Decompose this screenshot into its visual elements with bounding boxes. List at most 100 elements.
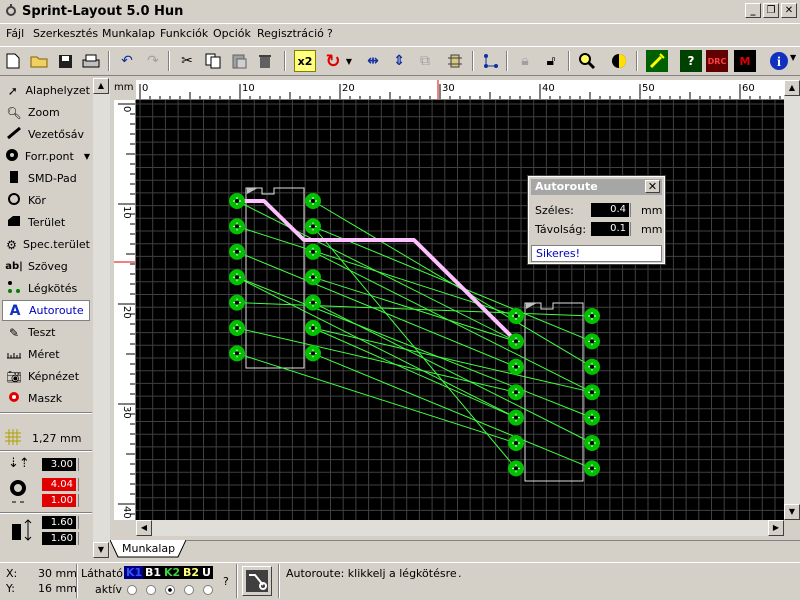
menu-options[interactable]: Opciók (213, 27, 251, 40)
menu-help[interactable]: ? (327, 27, 333, 40)
cut-icon[interactable]: ✂ (176, 50, 198, 72)
redo-icon[interactable]: ↷ (142, 50, 164, 72)
macro-icon[interactable]: M (734, 50, 756, 72)
info-icon[interactable]: i (768, 50, 790, 72)
canvas-horizontal-scrollbar[interactable]: ◀ ▶ (136, 520, 784, 536)
paste-icon[interactable] (228, 50, 250, 72)
scroll-up-icon[interactable]: ▲ (784, 80, 800, 96)
layer-k2[interactable]: K2 (162, 566, 183, 579)
width-value-field[interactable]: 0.4 (591, 203, 629, 217)
unlock-icon[interactable]: 🔓︎ (540, 50, 562, 72)
lock-icon[interactable]: 🔒︎ (514, 50, 536, 72)
close-icon[interactable]: ✕ (645, 180, 660, 193)
rotate-icon[interactable]: ↻ (322, 50, 344, 72)
zoom-x2-icon[interactable]: x2 (294, 50, 316, 72)
distance-spinner[interactable] (630, 222, 635, 236)
tool-pad[interactable]: Forr.pont ▼ (2, 146, 90, 167)
ruler-tick-label: 0 (121, 106, 132, 112)
menu-file[interactable]: Fájl (6, 27, 24, 40)
layer-b2-active-radio[interactable] (184, 585, 194, 595)
layer-u-active-radio[interactable] (203, 585, 213, 595)
layer-help[interactable]: ? (223, 575, 229, 588)
layer-b1-active-radio[interactable] (146, 585, 156, 595)
new-icon[interactable] (2, 50, 24, 72)
pad-inner-spinner[interactable] (78, 494, 83, 507)
scroll-left-icon[interactable]: ◀ (136, 520, 152, 536)
print-icon[interactable] (80, 50, 102, 72)
canvas-vertical-scrollbar[interactable]: ▲ ▼ (784, 80, 800, 520)
mirror-vertical-icon[interactable]: ⇕ (388, 50, 410, 72)
delete-icon[interactable] (254, 50, 276, 72)
close-button[interactable]: ✕ (781, 3, 797, 18)
connections-icon[interactable] (480, 50, 502, 72)
save-icon[interactable] (54, 50, 76, 72)
search-icon[interactable] (576, 50, 598, 72)
undo-icon[interactable]: ↶ (116, 50, 138, 72)
tool-select[interactable]: ➚ Alaphelyzet (2, 80, 90, 101)
distance-value-field[interactable]: 0.1 (591, 222, 629, 236)
layer-u[interactable]: U (200, 566, 213, 579)
chevron-down-icon[interactable]: ▼ (344, 50, 354, 72)
ruler-tick-label: 40 (121, 506, 132, 519)
tool-zoom[interactable]: 🔍︎ Zoom (2, 102, 90, 123)
tool-track[interactable]: Vezetősáv (2, 124, 90, 145)
layer-k1[interactable]: K1 (124, 566, 145, 579)
group-icon[interactable]: ⧉ (414, 50, 436, 72)
scanned-copy-icon[interactable] (646, 50, 668, 72)
layer-k2-active-radio[interactable] (165, 585, 175, 595)
menu-registration[interactable]: Regisztráció (257, 27, 324, 40)
toolbar-chevron-icon[interactable]: ▼ (790, 53, 796, 62)
smd-height-spinner[interactable] (78, 532, 83, 545)
pad-outer-spinner[interactable] (78, 478, 83, 491)
tool-area[interactable]: Terület (2, 212, 90, 233)
menu-edit[interactable]: Szerkesztés (33, 27, 98, 40)
track-width-spinner[interactable] (78, 458, 83, 471)
tool-circle[interactable]: Kör (2, 190, 90, 211)
transparency-icon[interactable] (608, 50, 630, 72)
tool-photoview[interactable]: 📷︎ Képnézet (2, 366, 90, 387)
autoroute-mode-icon[interactable] (242, 566, 272, 596)
tab-sheet[interactable]: Munkalap (122, 542, 175, 555)
smd-height-field[interactable]: 1.60 (42, 532, 76, 545)
layer-b1[interactable]: B1 (143, 566, 164, 579)
menu-functions[interactable]: Funkciók (160, 27, 208, 40)
open-folder-icon[interactable] (28, 50, 50, 72)
tool-autoroute[interactable]: A Autoroute (2, 300, 90, 321)
grid-size-label[interactable]: 1,27 mm (32, 432, 81, 445)
tool-test[interactable]: ✎ Teszt (2, 322, 90, 343)
scroll-right-icon[interactable]: ▶ (768, 520, 784, 536)
mirror-horizontal-icon[interactable]: ⇹ (362, 50, 384, 72)
tool-panel-scrollbar[interactable]: ▲ ▼ (93, 78, 110, 558)
pad-hole (514, 339, 518, 344)
pcb-canvas[interactable] (136, 100, 784, 520)
ruler-tick-label: 10 (242, 83, 255, 94)
test-connection-icon[interactable]: ? (680, 50, 702, 72)
scroll-up-icon[interactable]: ▲ (93, 78, 109, 94)
chevron-down-icon[interactable]: ▼ (84, 152, 90, 161)
pad-hole (311, 224, 315, 229)
track-width-field[interactable]: 3.00 (42, 458, 76, 471)
pad-outer-field[interactable]: 4.04 (42, 478, 76, 491)
scroll-down-icon[interactable]: ▼ (784, 504, 800, 520)
smd-width-field[interactable]: 1.60 (42, 516, 76, 529)
width-spinner[interactable] (630, 203, 635, 217)
tool-measure[interactable]: Méret (2, 344, 90, 365)
minimize-button[interactable]: _ (745, 3, 761, 18)
layer-k1-active-radio[interactable] (127, 585, 137, 595)
tool-label: Terület (28, 216, 66, 229)
grid-icon[interactable] (4, 428, 22, 449)
scroll-down-icon[interactable]: ▼ (93, 542, 109, 558)
smd-width-spinner[interactable] (78, 516, 83, 529)
component-icon[interactable] (444, 50, 466, 72)
tool-smd-pad[interactable]: SMD-Pad (2, 168, 90, 189)
menu-sheet[interactable]: Munkalap (102, 27, 155, 40)
pad-inner-field[interactable]: 1.00 (42, 494, 76, 507)
tool-mask[interactable]: Maszk (2, 388, 90, 409)
copy-icon[interactable] (202, 50, 224, 72)
tool-airwire[interactable]: Légkötés (2, 278, 90, 299)
drc-icon[interactable]: DRC (706, 50, 728, 72)
restore-button[interactable]: ❐ (763, 3, 779, 18)
layer-b2[interactable]: B2 (181, 566, 202, 579)
tool-special-area[interactable]: ⚙︎ Spec.terület (2, 234, 90, 255)
tool-text[interactable]: ab| Szöveg (2, 256, 90, 277)
